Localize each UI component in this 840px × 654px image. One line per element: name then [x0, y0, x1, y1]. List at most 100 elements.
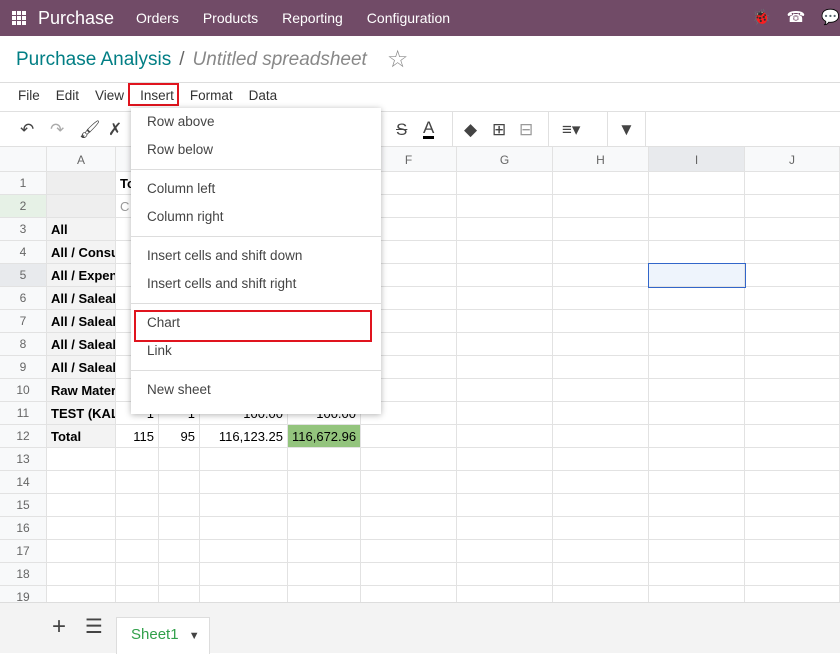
menu-item-column-left[interactable]: Column left — [131, 175, 381, 203]
cell[interactable] — [457, 241, 553, 264]
cell[interactable] — [745, 540, 840, 563]
column-header-h[interactable]: H — [553, 147, 649, 172]
menu-item-row-below[interactable]: Row below — [131, 136, 381, 164]
cell[interactable]: All / Saleab — [47, 356, 116, 379]
cell[interactable] — [649, 448, 745, 471]
menu-item-shift-right[interactable]: Insert cells and shift right — [131, 270, 381, 298]
cell[interactable] — [457, 195, 553, 218]
cell[interactable] — [361, 563, 457, 586]
add-sheet-icon[interactable]: + — [52, 613, 66, 641]
cell[interactable]: 116,123.25 — [200, 425, 288, 448]
cell[interactable] — [553, 540, 649, 563]
cell[interactable]: Raw Mater — [47, 379, 116, 402]
cell[interactable] — [47, 540, 116, 563]
chat-icon[interactable]: 💬 — [821, 8, 840, 26]
sheet-tab[interactable]: Sheet1 ▼ — [116, 617, 210, 654]
cell[interactable]: All / Consu — [47, 241, 116, 264]
cell[interactable] — [553, 333, 649, 356]
menu-item-row-above[interactable]: Row above — [131, 108, 381, 136]
cell[interactable] — [553, 310, 649, 333]
cell[interactable] — [553, 471, 649, 494]
row-header[interactable]: 10 — [0, 379, 47, 402]
cell[interactable] — [457, 471, 553, 494]
cell[interactable]: Total — [47, 425, 116, 448]
cell[interactable] — [47, 172, 116, 195]
cell[interactable] — [361, 540, 457, 563]
cell[interactable] — [745, 379, 840, 402]
redo-icon[interactable]: ↷ — [50, 120, 64, 140]
row-header[interactable]: 1 — [0, 172, 47, 195]
row-header[interactable]: 9 — [0, 356, 47, 379]
cell[interactable] — [47, 563, 116, 586]
cell[interactable] — [745, 287, 840, 310]
menu-view[interactable]: View — [87, 86, 132, 105]
cell[interactable] — [159, 540, 200, 563]
cell[interactable] — [457, 172, 553, 195]
cell[interactable] — [457, 264, 553, 287]
cell[interactable] — [288, 448, 361, 471]
cell[interactable] — [553, 264, 649, 287]
cell[interactable] — [159, 471, 200, 494]
cell[interactable] — [649, 471, 745, 494]
cell[interactable] — [553, 402, 649, 425]
text-color-icon[interactable]: A — [423, 119, 435, 139]
cell[interactable] — [553, 287, 649, 310]
cell[interactable] — [553, 241, 649, 264]
paint-format-icon[interactable]: 🖌 — [79, 120, 101, 140]
cell[interactable] — [553, 379, 649, 402]
phone-icon[interactable]: ☎ — [787, 8, 806, 26]
row-header[interactable]: 13 — [0, 448, 47, 471]
cell[interactable] — [47, 195, 116, 218]
cell[interactable] — [200, 540, 288, 563]
cell[interactable]: All / Saleab — [47, 287, 116, 310]
cell[interactable] — [361, 425, 457, 448]
cell[interactable] — [159, 494, 200, 517]
cell[interactable] — [745, 218, 840, 241]
cell[interactable] — [200, 471, 288, 494]
cell[interactable] — [457, 540, 553, 563]
cell[interactable] — [649, 402, 745, 425]
star-icon[interactable]: ☆ — [387, 45, 409, 74]
menu-edit[interactable]: Edit — [48, 86, 87, 105]
menu-file[interactable]: File — [10, 86, 48, 105]
breadcrumb-parent[interactable]: Purchase Analysis — [16, 49, 171, 71]
row-header[interactable]: 2 — [0, 195, 47, 218]
cell[interactable] — [116, 517, 159, 540]
cell[interactable] — [116, 563, 159, 586]
borders-icon[interactable]: ⊞ — [492, 120, 506, 140]
cell[interactable] — [649, 563, 745, 586]
row-header[interactable]: 7 — [0, 310, 47, 333]
cell[interactable] — [116, 540, 159, 563]
cell[interactable] — [159, 517, 200, 540]
cell[interactable] — [649, 241, 745, 264]
undo-icon[interactable]: ↶ — [20, 120, 34, 140]
cell[interactable]: All — [47, 218, 116, 241]
merge-cells-icon[interactable]: ⊟ — [519, 120, 533, 140]
cell[interactable] — [649, 425, 745, 448]
cell[interactable] — [457, 494, 553, 517]
cell[interactable] — [288, 540, 361, 563]
row-header[interactable]: 4 — [0, 241, 47, 264]
chevron-down-icon[interactable]: ▼ — [189, 630, 200, 642]
cell[interactable] — [553, 218, 649, 241]
column-header-g[interactable]: G — [457, 147, 553, 172]
cell[interactable] — [553, 517, 649, 540]
cell[interactable] — [745, 195, 840, 218]
cell[interactable] — [457, 517, 553, 540]
cell[interactable] — [649, 287, 745, 310]
cell[interactable] — [649, 379, 745, 402]
nav-products[interactable]: Products — [203, 10, 258, 26]
cell[interactable] — [648, 263, 746, 288]
cell[interactable]: 95 — [159, 425, 200, 448]
cell[interactable] — [288, 517, 361, 540]
bug-icon[interactable]: 🐞 — [752, 8, 771, 26]
cell[interactable]: All / Saleab — [47, 310, 116, 333]
cell[interactable] — [553, 172, 649, 195]
cell[interactable] — [745, 172, 840, 195]
sheet-list-icon[interactable]: ☰ — [85, 614, 103, 639]
cell[interactable] — [361, 517, 457, 540]
column-header-j[interactable]: J — [745, 147, 840, 172]
cell[interactable] — [745, 494, 840, 517]
cell[interactable]: 116,672.96 — [288, 425, 361, 448]
row-header[interactable]: 11 — [0, 402, 47, 425]
